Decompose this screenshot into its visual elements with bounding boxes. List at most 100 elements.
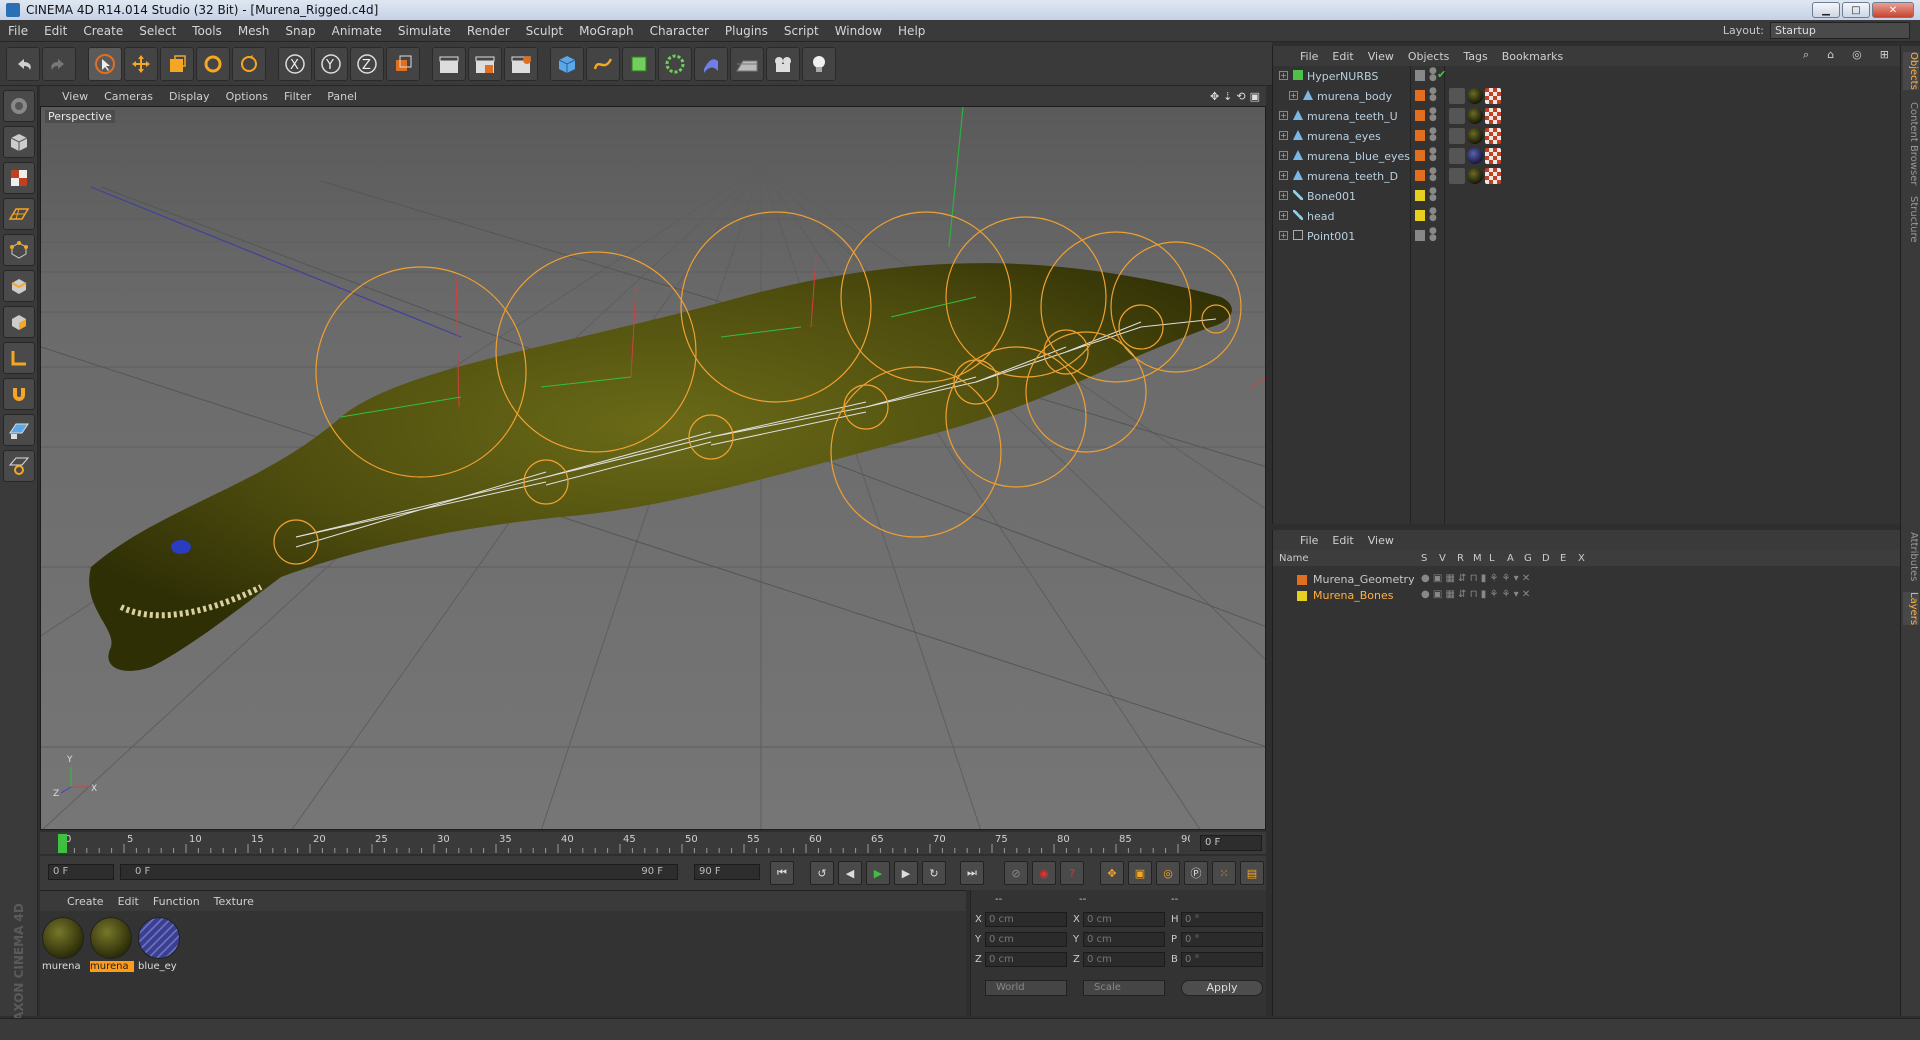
layer-col-xref[interactable]: X bbox=[1578, 553, 1585, 564]
layer-color-icon[interactable] bbox=[1415, 230, 1425, 241]
cube-primitive-button[interactable] bbox=[550, 46, 584, 81]
menu-mograph[interactable]: MoGraph bbox=[571, 24, 642, 38]
visibility-dots-icon[interactable]: ● ● bbox=[1429, 167, 1437, 183]
viewport-menu-options[interactable]: Options bbox=[218, 90, 276, 103]
menu-render[interactable]: Render bbox=[459, 24, 518, 38]
position-y-field[interactable]: 0 cm bbox=[985, 932, 1067, 947]
visibility-dots-icon[interactable]: ● ● bbox=[1429, 147, 1437, 163]
layer-col-locked[interactable]: L bbox=[1489, 553, 1495, 564]
material-menu-texture[interactable]: Texture bbox=[207, 895, 261, 908]
size-z-field[interactable]: 0 cm bbox=[1083, 952, 1165, 967]
end-frame-field[interactable]: 90 F bbox=[694, 864, 760, 880]
object-row[interactable]: + murena_teeth_U ● ● bbox=[1273, 106, 1901, 126]
visibility-dots-icon[interactable]: ● ● bbox=[1429, 207, 1437, 223]
weight-tag-icon[interactable] bbox=[1449, 128, 1465, 144]
visibility-dots-icon[interactable]: ● ● bbox=[1429, 67, 1437, 83]
layer-toggles[interactable]: ● ▣ ▦ ⇵ ⊓ ▮ ⚘ ⚘ ▾ ✕ bbox=[1421, 589, 1530, 600]
visibility-dots-icon[interactable]: ● ● bbox=[1429, 127, 1437, 143]
menu-tools[interactable]: Tools bbox=[184, 24, 230, 38]
menu-create[interactable]: Create bbox=[75, 24, 131, 38]
snap-button[interactable] bbox=[2, 378, 35, 410]
objects-menu-view[interactable]: View bbox=[1361, 50, 1401, 63]
render-settings-button[interactable] bbox=[504, 46, 538, 81]
render-picture-viewer-button[interactable] bbox=[468, 46, 502, 81]
rotation-h-field[interactable]: 0 ° bbox=[1181, 912, 1263, 927]
play-button[interactable]: ▶ bbox=[866, 861, 890, 885]
key-pla-button[interactable]: ⁙ bbox=[1212, 861, 1236, 885]
material-menu-edit[interactable]: Edit bbox=[111, 895, 146, 908]
menu-simulate[interactable]: Simulate bbox=[390, 24, 459, 38]
rotation-p-field[interactable]: 0 ° bbox=[1181, 932, 1263, 947]
layer-toggles[interactable]: ● ▣ ▦ ⇵ ⊓ ▮ ⚘ ⚘ ▾ ✕ bbox=[1421, 573, 1530, 584]
render-view-button[interactable] bbox=[432, 46, 466, 81]
size-y-field[interactable]: 0 cm bbox=[1083, 932, 1165, 947]
visibility-dots-icon[interactable]: ● ● bbox=[1429, 187, 1437, 203]
layout-select[interactable]: Startup bbox=[1770, 22, 1910, 39]
keyframe-selection-button[interactable]: ? bbox=[1060, 861, 1084, 885]
go-to-start-button[interactable]: ⏮ bbox=[770, 861, 794, 885]
record-active-objects-button[interactable]: ⊘ bbox=[1004, 861, 1028, 885]
make-editable-button[interactable] bbox=[2, 90, 35, 122]
redo-button[interactable] bbox=[42, 46, 76, 81]
deformer-button[interactable] bbox=[694, 46, 728, 81]
visibility-dots-icon[interactable]: ● ● bbox=[1429, 87, 1437, 103]
layer-color-icon[interactable] bbox=[1415, 90, 1425, 101]
objects-menu-objects[interactable]: Objects bbox=[1401, 50, 1457, 63]
expand-toggle-icon[interactable]: + bbox=[1279, 131, 1288, 140]
size-x-field[interactable]: 0 cm bbox=[1083, 912, 1165, 927]
live-selection-button[interactable] bbox=[88, 46, 122, 81]
objects-menu-tags[interactable]: Tags bbox=[1456, 50, 1494, 63]
recent-tool-button[interactable] bbox=[232, 46, 266, 81]
home-icon[interactable]: ⌂ bbox=[1820, 48, 1841, 62]
expand-toggle-icon[interactable]: + bbox=[1289, 91, 1298, 100]
menu-file[interactable]: File bbox=[0, 24, 36, 38]
object-row[interactable]: + murena_blue_eyes ● ● bbox=[1273, 146, 1901, 166]
new-panel-icon[interactable]: ⊞ bbox=[1873, 48, 1896, 62]
layer-color-icon[interactable] bbox=[1415, 150, 1425, 161]
rotation-b-field[interactable]: 0 ° bbox=[1181, 952, 1263, 967]
layer-color-icon[interactable] bbox=[1415, 70, 1425, 81]
material-swatch[interactable]: murena bbox=[90, 917, 134, 972]
timeline-window-button[interactable]: ▤ bbox=[1240, 861, 1264, 885]
layer-col-name[interactable]: Name bbox=[1279, 553, 1309, 564]
expand-toggle-icon[interactable]: + bbox=[1279, 171, 1288, 180]
layer-col-solo[interactable]: S bbox=[1421, 553, 1427, 564]
menu-character[interactable]: Character bbox=[642, 24, 717, 38]
edges-mode-button[interactable] bbox=[2, 270, 35, 302]
viewport-menu-filter[interactable]: Filter bbox=[276, 90, 319, 103]
weight-tag-icon[interactable] bbox=[1449, 168, 1465, 184]
view-icon[interactable]: ◎ bbox=[1845, 48, 1869, 62]
object-row[interactable]: + murena_eyes ● ● bbox=[1273, 126, 1901, 146]
texture-tag-icon[interactable] bbox=[1467, 168, 1483, 184]
playhead-marker[interactable] bbox=[58, 834, 67, 853]
material-menu-create[interactable]: Create bbox=[60, 895, 111, 908]
expand-toggle-icon[interactable]: + bbox=[1279, 111, 1288, 120]
coordinate-mode-select[interactable]: World bbox=[985, 980, 1067, 996]
layer-row[interactable]: Murena_Bones ● ▣ ▦ ⇵ ⊓ ▮ ⚘ ⚘ ▾ ✕ bbox=[1273, 588, 1901, 604]
nurbs-button[interactable] bbox=[622, 46, 656, 81]
rotate-tool-button[interactable] bbox=[196, 46, 230, 81]
key-rotation-button[interactable]: ◎ bbox=[1156, 861, 1180, 885]
object-row[interactable]: + Point001 ● ● bbox=[1273, 226, 1901, 246]
texture-tag-icon[interactable] bbox=[1467, 88, 1483, 104]
polygons-mode-button[interactable] bbox=[2, 306, 35, 338]
texture-mode-button[interactable] bbox=[2, 162, 35, 194]
layer-color-icon[interactable] bbox=[1415, 210, 1425, 221]
objects-menu-edit[interactable]: Edit bbox=[1325, 50, 1360, 63]
layers-menu-view[interactable]: View bbox=[1361, 534, 1401, 547]
object-row[interactable]: + HyperNURBS ● ● ✔ bbox=[1273, 66, 1901, 86]
expand-toggle-icon[interactable]: + bbox=[1279, 211, 1288, 220]
y-axis-lock-button[interactable]: Y bbox=[314, 46, 348, 81]
search-icon[interactable]: ⌕ bbox=[1796, 48, 1816, 62]
weight-tag-icon[interactable] bbox=[1449, 88, 1465, 104]
layer-col-view[interactable]: V bbox=[1439, 553, 1446, 564]
z-axis-lock-button[interactable]: Z bbox=[350, 46, 384, 81]
camera-button[interactable] bbox=[766, 46, 800, 81]
texture-tag-icon[interactable] bbox=[1467, 108, 1483, 124]
menu-help[interactable]: Help bbox=[890, 24, 933, 38]
viewport-menu-view[interactable]: View bbox=[54, 90, 96, 103]
viewport-camera-label[interactable]: Perspective bbox=[45, 110, 115, 123]
expand-toggle-icon[interactable]: + bbox=[1279, 151, 1288, 160]
uvw-tag-icon[interactable] bbox=[1485, 88, 1501, 104]
layers-menu-edit[interactable]: Edit bbox=[1325, 534, 1360, 547]
